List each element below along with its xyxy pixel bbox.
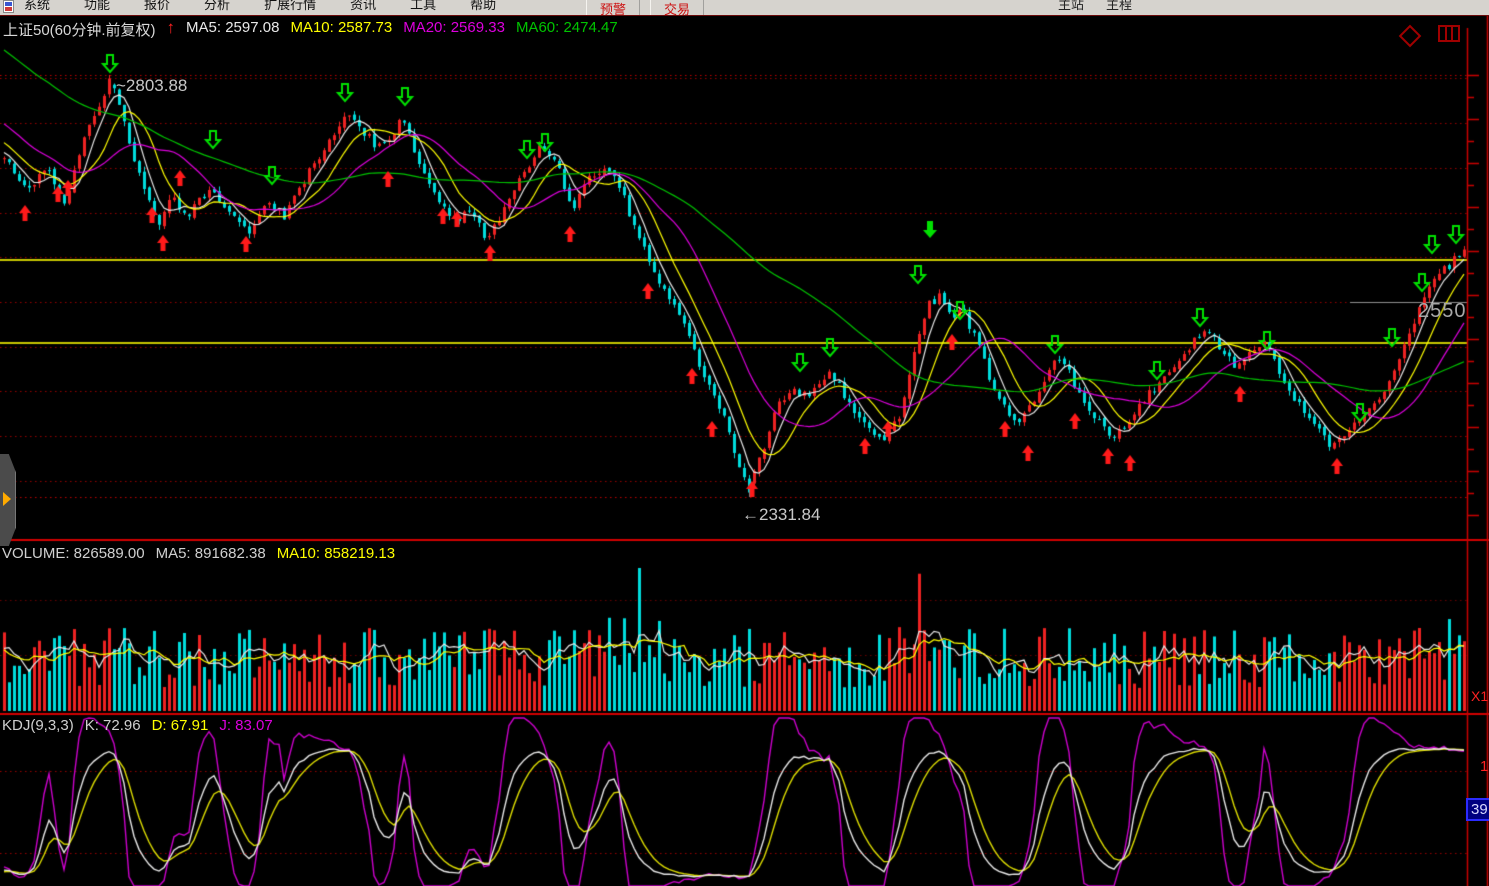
- kdj-right-label: 1: [1480, 758, 1488, 775]
- kdj-header: KDJ(9,3,3) K: 72.96 D: 67.91 J: 83.07: [2, 717, 273, 734]
- kdj-value-badge: 39: [1466, 798, 1489, 821]
- menu-item[interactable]: 帮助: [470, 0, 496, 13]
- chart-title: 上证50(60分钟.前复权): [3, 19, 156, 40]
- main-chart-header: 上证50(60分钟.前复权) ↑ MA5: 2597.08 MA10: 2587.…: [3, 19, 618, 40]
- chart-canvas[interactable]: [0, 0, 1489, 886]
- alert-button[interactable]: 预警: [586, 0, 640, 16]
- ma-label: MA5: 2597.08: [186, 19, 279, 40]
- up-arrow-icon: ↑: [167, 19, 176, 40]
- menu-right-item[interactable]: 主站: [1058, 0, 1084, 13]
- kdj-label: J: 83.07: [219, 717, 272, 734]
- volume-label: MA10: 858219.13: [277, 545, 395, 562]
- kdj-label: K: 72.96: [85, 717, 141, 734]
- trade-button[interactable]: 交易: [650, 0, 704, 16]
- menu-item[interactable]: 报价: [144, 0, 170, 13]
- kdj-label: D: 67.91: [152, 717, 209, 734]
- expand-arrow-icon: [3, 492, 11, 506]
- low-price-label: ←2331.84: [742, 505, 820, 525]
- current-price-label: 2550: [1418, 300, 1467, 323]
- menu-item[interactable]: 扩展行情: [264, 0, 316, 13]
- volume-label: MA5: 891682.38: [156, 545, 266, 562]
- menu-item[interactable]: 资讯: [350, 0, 376, 13]
- menu-item[interactable]: 工具: [410, 0, 436, 13]
- high-price-label: ~2803.88: [116, 76, 187, 96]
- menu-item[interactable]: 系统: [24, 0, 50, 13]
- volume-label: VOLUME: 826589.00: [2, 545, 145, 562]
- volume-scale-label: X1: [1471, 688, 1488, 704]
- menubar: 系统 功能 报价 分析 扩展行情 资讯 工具 帮助 预警 交易 主站 主程: [0, 0, 1489, 16]
- ma-label: MA10: 2587.73: [290, 19, 392, 40]
- ma-labels: MA5: 2597.08 MA10: 2587.73 MA20: 2569.33 MA…: [186, 19, 618, 40]
- panel-expand-handle[interactable]: [0, 454, 16, 546]
- split-window-icon[interactable]: [1438, 25, 1460, 42]
- menubar-right: 主站 主程: [1058, 0, 1132, 13]
- volume-header: VOLUME: 826589.00 MA5: 891682.38 MA10: 858…: [2, 545, 395, 562]
- ma-label: MA20: 2569.33: [403, 19, 505, 40]
- ma-label: MA60: 2474.47: [516, 19, 618, 40]
- menu-item[interactable]: 功能: [84, 0, 110, 13]
- menu-item[interactable]: 分析: [204, 0, 230, 13]
- kdj-label: KDJ(9,3,3): [2, 717, 74, 734]
- menu-items: 系统 功能 报价 分析 扩展行情 资讯 工具 帮助: [24, 0, 496, 13]
- menu-right-item[interactable]: 主程: [1106, 0, 1132, 13]
- app-icon: [3, 0, 14, 13]
